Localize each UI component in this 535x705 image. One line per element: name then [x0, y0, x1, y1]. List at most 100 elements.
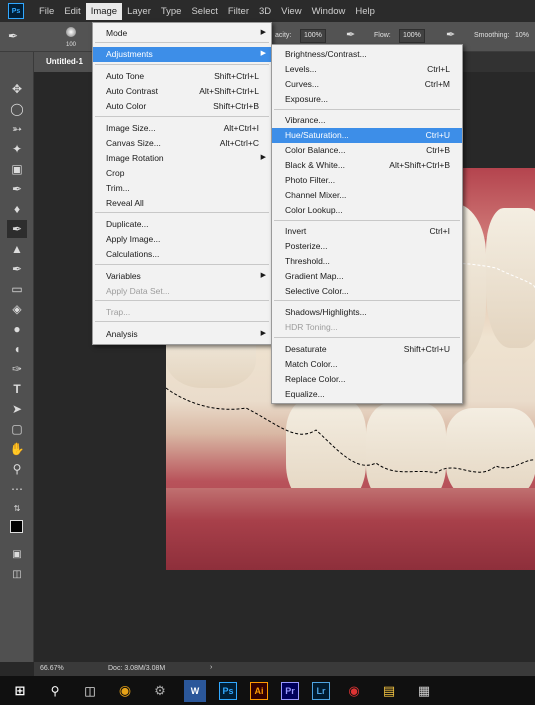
eyedropper-tool-icon[interactable]: ✒: [7, 180, 27, 198]
foreground-color-swatch[interactable]: [10, 520, 23, 533]
eraser-tool-icon[interactable]: ▭: [7, 280, 27, 298]
image-menu-item-calculations[interactable]: Calculations...: [93, 247, 271, 262]
adjustments-item-shortcut: Alt+Shift+Ctrl+B: [389, 160, 450, 170]
adjustments-item-photo-filter[interactable]: Photo Filter...: [272, 173, 462, 188]
adjustments-item-color-balance[interactable]: Color Balance... Ctrl+B: [272, 143, 462, 158]
quick-mask-icon[interactable]: ▣: [7, 546, 27, 564]
adjustments-item-invert[interactable]: Invert Ctrl+I: [272, 224, 462, 239]
image-menu-item-canvas-size[interactable]: Canvas Size... Alt+Ctrl+C: [93, 136, 271, 151]
adjustments-item-black-white[interactable]: Black & White... Alt+Shift+Ctrl+B: [272, 158, 462, 173]
chrome-icon[interactable]: ◉: [114, 680, 136, 702]
dodge-tool-icon[interactable]: ◖: [7, 340, 27, 358]
blur-tool-icon[interactable]: ●: [7, 320, 27, 338]
image-menu-item-reveal-all[interactable]: Reveal All: [93, 196, 271, 211]
zoom-tool-icon[interactable]: ⚲: [7, 460, 27, 478]
image-menu-item-auto-tone[interactable]: Auto Tone Shift+Ctrl+L: [93, 69, 271, 84]
move-tool-icon[interactable]: ✥: [7, 80, 27, 98]
menu-select[interactable]: Select: [186, 3, 222, 20]
menu-edit[interactable]: Edit: [59, 3, 85, 20]
image-menu-item-duplicate[interactable]: Duplicate...: [93, 217, 271, 232]
type-tool-icon[interactable]: T: [7, 380, 27, 398]
image-menu-item-analysis[interactable]: Analysis ▶: [93, 327, 271, 342]
clone-stamp-tool-icon[interactable]: ▲: [7, 240, 27, 258]
opacity-field[interactable]: 100%: [300, 29, 326, 43]
adjustments-item-curves[interactable]: Curves... Ctrl+M: [272, 77, 462, 92]
calculator-icon[interactable]: ▦: [413, 680, 435, 702]
swap-colors-icon[interactable]: ⇅: [7, 500, 27, 518]
adjustments-item-color-lookup[interactable]: Color Lookup...: [272, 203, 462, 218]
image-menu-item-adjustments[interactable]: Adjustments ▶: [93, 47, 271, 62]
status-arrow-icon[interactable]: ›: [210, 664, 212, 671]
task-view-icon[interactable]: ◫: [79, 680, 101, 702]
adjustments-item-vibrance[interactable]: Vibrance...: [272, 113, 462, 128]
image-menu-item-auto-color[interactable]: Auto Color Shift+Ctrl+B: [93, 99, 271, 114]
adjustments-item-replace-color[interactable]: Replace Color...: [272, 372, 462, 387]
menu-help[interactable]: Help: [350, 3, 380, 20]
illustrator-taskbar-icon[interactable]: Ai: [250, 681, 268, 700]
adjustments-item-channel-mixer[interactable]: Channel Mixer...: [272, 188, 462, 203]
quick-select-tool-icon[interactable]: ✦: [7, 140, 27, 158]
menu-3d[interactable]: 3D: [254, 3, 276, 20]
marquee-tool-icon[interactable]: ◯: [7, 100, 27, 118]
image-menu-item-auto-contrast[interactable]: Auto Contrast Alt+Shift+Ctrl+L: [93, 84, 271, 99]
adjustments-item-selective-color[interactable]: Selective Color...: [272, 284, 462, 299]
adjustments-item-hue-saturation[interactable]: Hue/Saturation... Ctrl+U: [272, 128, 462, 143]
airbrush-icon[interactable]: ✒: [446, 28, 455, 41]
file-explorer-icon[interactable]: ▤: [378, 680, 400, 702]
word-icon[interactable]: W: [184, 679, 206, 702]
adjustments-item-posterize[interactable]: Posterize...: [272, 239, 462, 254]
adjustments-item-match-color[interactable]: Match Color...: [272, 357, 462, 372]
premiere-taskbar-icon[interactable]: Pr: [281, 681, 299, 700]
crop-tool-icon[interactable]: ▣: [7, 160, 27, 178]
image-menu-item-mode[interactable]: Mode ▶: [93, 26, 271, 41]
brush-preset-picker[interactable]: [66, 27, 76, 37]
image-menu-item-trim[interactable]: Trim...: [93, 181, 271, 196]
healing-brush-tool-icon[interactable]: ♦: [7, 200, 27, 218]
pen-tool-icon[interactable]: ✑: [7, 360, 27, 378]
menu-layer[interactable]: Layer: [122, 3, 156, 20]
rectangle-tool-icon[interactable]: ▢: [7, 420, 27, 438]
zoom-level[interactable]: 66.67%: [40, 665, 64, 672]
image-menu-item-variables[interactable]: Variables ▶: [93, 269, 271, 284]
smoothing-value[interactable]: 10%: [515, 32, 529, 39]
image-menu-item-image-size[interactable]: Image Size... Alt+Ctrl+I: [93, 121, 271, 136]
adjustments-item-label: Photo Filter...: [285, 175, 336, 185]
brush-tool-icon[interactable]: ✒: [8, 29, 22, 43]
screen-mode-icon[interactable]: ◫: [7, 566, 27, 584]
menu-type[interactable]: Type: [156, 3, 187, 20]
windows-start-icon[interactable]: ⊞: [9, 680, 31, 702]
history-brush-tool-icon[interactable]: ✒: [7, 260, 27, 278]
pressure-opacity-icon[interactable]: ✒: [346, 28, 355, 41]
image-menu-item-crop[interactable]: Crop: [93, 166, 271, 181]
adjustments-item-gradient-map[interactable]: Gradient Map...: [272, 269, 462, 284]
path-selection-tool-icon[interactable]: ➤: [7, 400, 27, 418]
menu-bar: Ps File Edit Image Layer Type Select Fil…: [0, 0, 535, 22]
image-menu-item-image-rotation[interactable]: Image Rotation ▶: [93, 151, 271, 166]
adjustments-item-equalize[interactable]: Equalize...: [272, 387, 462, 402]
menu-image[interactable]: Image: [85, 2, 123, 20]
menu-filter[interactable]: Filter: [223, 3, 254, 20]
adjustments-item-threshold[interactable]: Threshold...: [272, 254, 462, 269]
adjustments-item-levels[interactable]: Levels... Ctrl+L: [272, 62, 462, 77]
tools-panel: ✥ ◯ ➳ ✦ ▣ ✒ ♦ ✒ ▲ ✒ ▭ ◈ ● ◖ ✑ T ➤ ▢ ✋ ⚲ …: [0, 52, 34, 662]
photoshop-taskbar-icon[interactable]: Ps: [219, 681, 237, 700]
brush-tool-button-icon[interactable]: ✒: [7, 220, 27, 238]
search-icon[interactable]: ⚲: [44, 680, 66, 702]
menu-window[interactable]: Window: [307, 3, 351, 20]
flow-field[interactable]: 100%: [399, 29, 425, 43]
hand-tool-icon[interactable]: ✋: [7, 440, 27, 458]
lightroom-taskbar-icon[interactable]: Lr: [312, 681, 330, 700]
paint-bucket-tool-icon[interactable]: ◈: [7, 300, 27, 318]
adjustments-item-desaturate[interactable]: Desaturate Shift+Ctrl+U: [272, 342, 462, 357]
more-tools-icon[interactable]: ⋯: [7, 480, 27, 498]
adjustments-item-brightness-contrast[interactable]: Brightness/Contrast...: [272, 47, 462, 62]
adjustments-item-exposure[interactable]: Exposure...: [272, 92, 462, 107]
menu-file[interactable]: File: [34, 3, 59, 20]
adjustments-item-shadows-highlights[interactable]: Shadows/Highlights...: [272, 305, 462, 320]
lasso-tool-icon[interactable]: ➳: [7, 120, 27, 138]
image-menu-item-apply-image[interactable]: Apply Image...: [93, 232, 271, 247]
document-tab[interactable]: Untitled-1: [34, 52, 94, 72]
menu-view[interactable]: View: [276, 3, 306, 20]
media-app-icon[interactable]: ◉: [343, 680, 365, 702]
app-icon[interactable]: ⚙: [149, 680, 171, 702]
